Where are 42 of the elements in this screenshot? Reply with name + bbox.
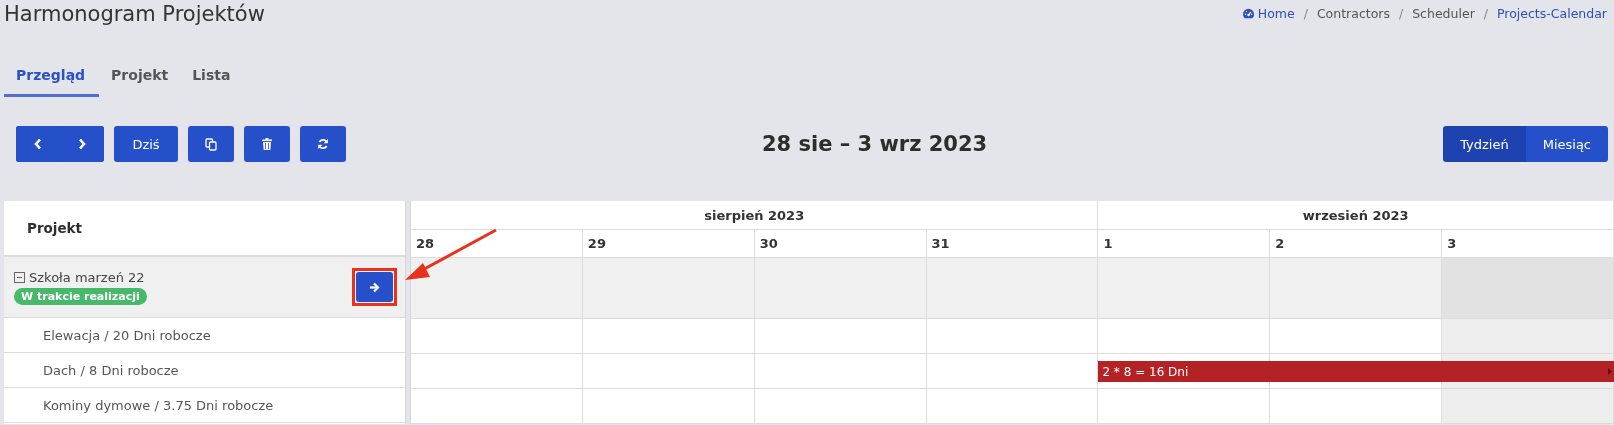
project-name: Szkoła marzeń 22 (29, 269, 145, 285)
page-title: Harmonogram Projektów (4, 2, 265, 26)
tab[interactable]: Lista (180, 55, 243, 97)
arrow-right-icon (369, 281, 380, 293)
breadcrumb-link[interactable]: Projects-Calendar (1497, 6, 1607, 21)
task-name: Elewacja / 20 Dni robocze (43, 327, 211, 343)
tab[interactable]: Projekt (99, 55, 181, 97)
task-name: Kominy dymowe / 3.75 Dni robocze (43, 397, 274, 413)
event-bar-segment[interactable]: 2 * 8 = 16 Dni (1098, 361, 1271, 382)
day-header: 2 (1275, 236, 1285, 251)
refresh-icon (317, 138, 329, 150)
day-header: 28 (416, 236, 435, 251)
dashboard-icon (1241, 8, 1255, 19)
chevron-left-icon (34, 138, 42, 150)
tab[interactable]: Przegląd (4, 55, 100, 97)
copy-button[interactable] (188, 126, 234, 162)
day-header: 3 (1447, 236, 1457, 251)
breadcrumb-separator: / (1483, 6, 1488, 21)
breadcrumb-item[interactable]: Contractors (1316, 6, 1390, 21)
view-toggle-button[interactable]: Miesiąc (1525, 126, 1608, 162)
view-toggle-button[interactable]: Tydzień (1443, 126, 1526, 162)
day-header: 31 (931, 236, 950, 251)
breadcrumb-item[interactable]: Scheduler (1412, 6, 1475, 21)
month-header: sierpień 2023 (704, 207, 805, 223)
breadcrumb-separator: / (1303, 6, 1308, 21)
day-header: 1 (1103, 236, 1113, 251)
event-label: 2 * 8 = 16 Dni (1102, 364, 1189, 379)
month-header: wrzesień 2023 (1302, 207, 1409, 223)
breadcrumb-link[interactable]: Home (1241, 6, 1295, 21)
copy-icon (205, 137, 217, 151)
collapse-icon[interactable] (14, 271, 25, 283)
trash-icon (262, 138, 272, 150)
day-header: 30 (759, 236, 778, 251)
delete-button[interactable] (244, 126, 290, 162)
refresh-button[interactable] (300, 126, 346, 162)
today-button[interactable]: Dziś (114, 126, 178, 162)
status-badge: W trakcie realizacji (14, 287, 147, 305)
day-header: 29 (587, 236, 606, 251)
chevron-right-icon (78, 138, 86, 150)
task-name: Dach / 8 Dni robocze (43, 362, 179, 378)
breadcrumb-separator: / (1398, 6, 1404, 21)
date-range-title: 28 sie – 3 wrz 2023 (760, 132, 989, 156)
